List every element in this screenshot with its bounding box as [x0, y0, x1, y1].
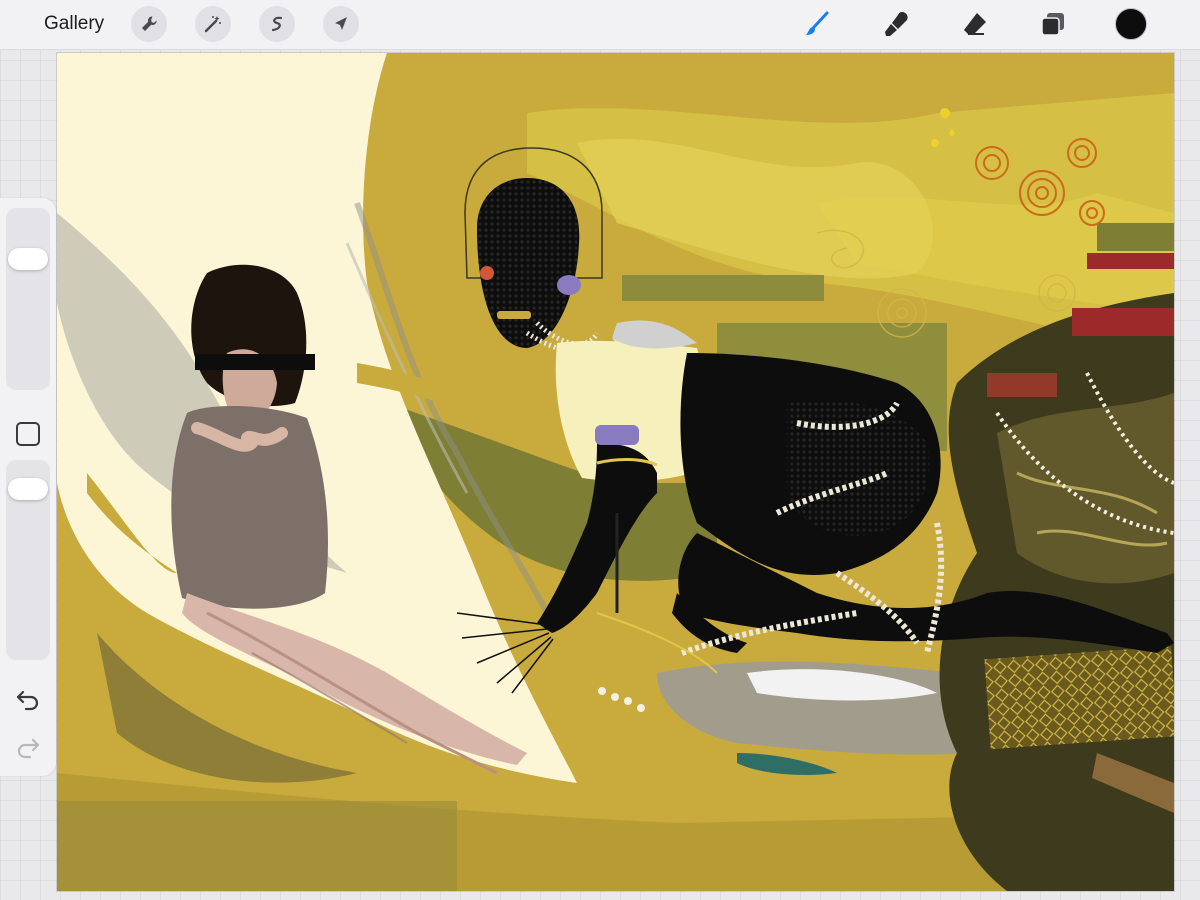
- arrow-cursor-icon: [335, 17, 347, 30]
- left-sidebar: [0, 198, 56, 776]
- gallery-button[interactable]: Gallery: [44, 12, 104, 36]
- undo-icon[interactable]: [14, 684, 42, 712]
- adjustments-button[interactable]: [195, 6, 231, 42]
- eye-bar: [195, 354, 315, 370]
- patterned-cloth: [984, 646, 1174, 750]
- layers-button[interactable]: [1036, 7, 1070, 41]
- wrench-icon: [142, 16, 157, 31]
- brush-size-slider[interactable]: [6, 208, 50, 390]
- eraser-icon: [964, 13, 986, 35]
- transform-button[interactable]: [323, 6, 359, 42]
- layers-icon: [1041, 13, 1064, 36]
- brush-tool-button[interactable]: [800, 7, 834, 41]
- artwork: [57, 53, 1174, 891]
- brush-icon: [806, 11, 829, 35]
- opacity-slider[interactable]: [6, 460, 50, 660]
- selection-s-icon: [271, 16, 283, 32]
- drawing-canvas[interactable]: [57, 53, 1174, 891]
- brush-size-thumb[interactable]: [8, 248, 48, 270]
- eraser-tool-button[interactable]: [958, 7, 992, 41]
- smudge-icon: [885, 12, 908, 36]
- opacity-thumb[interactable]: [8, 477, 48, 500]
- redo-icon[interactable]: [14, 732, 42, 760]
- top-toolbar: Gallery: [0, 0, 1200, 50]
- modify-square-icon[interactable]: [16, 422, 40, 446]
- actions-button[interactable]: [131, 6, 167, 42]
- olive-stripe: [622, 275, 824, 301]
- smudge-tool-button[interactable]: [880, 7, 914, 41]
- magic-wand-icon: [204, 16, 221, 33]
- color-picker-swatch[interactable]: [1115, 8, 1147, 40]
- selection-button[interactable]: [259, 6, 295, 42]
